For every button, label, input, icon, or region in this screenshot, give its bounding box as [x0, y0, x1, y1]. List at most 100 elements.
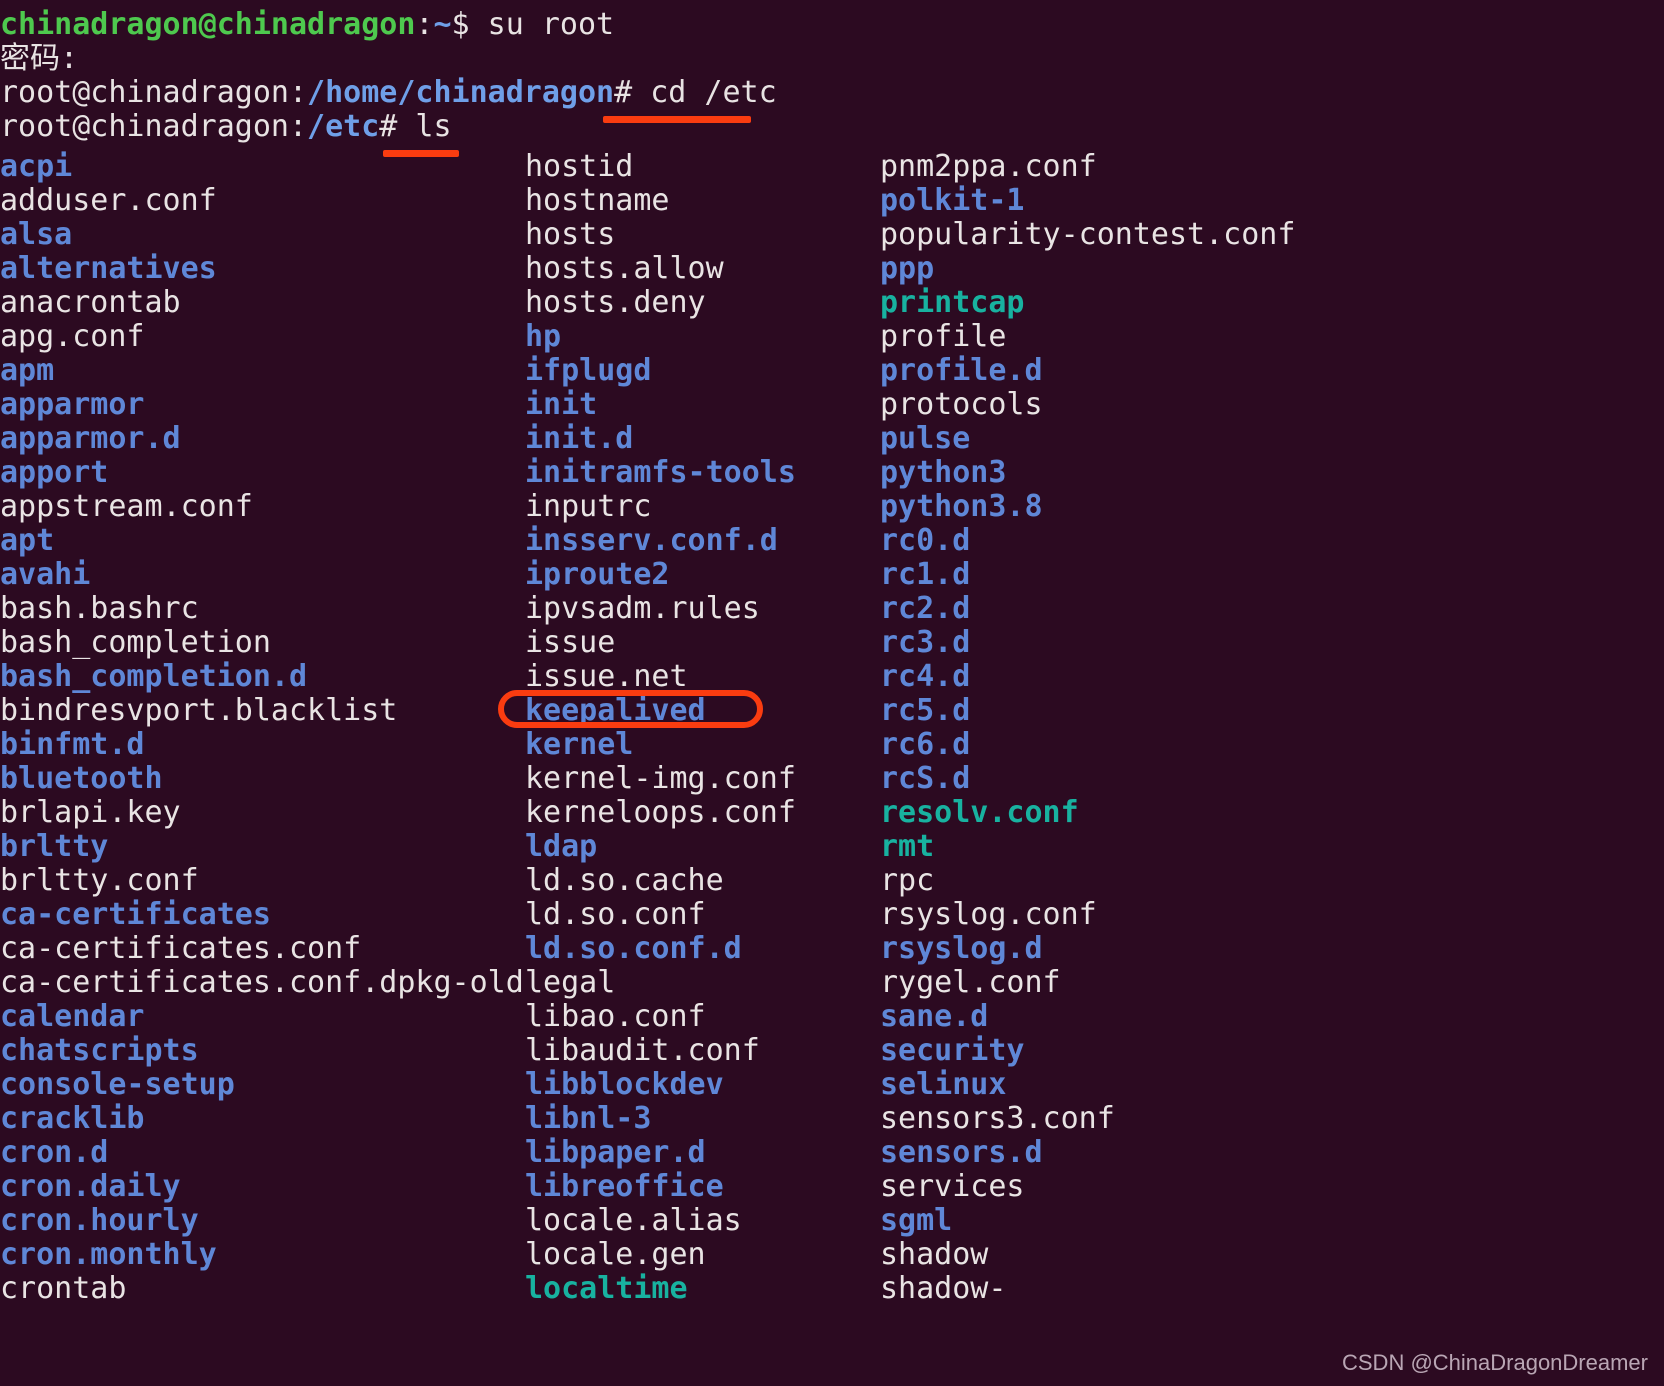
listing-entry-dir: ldap [525, 829, 598, 864]
terminal-segment-dollar: $ [451, 7, 488, 42]
terminal-segment-plain: root@chinadragon [0, 75, 289, 110]
terminal-segment-colon: : [288, 109, 308, 144]
listing-entry-dir: ca-certificates [0, 897, 271, 932]
listing-entry-dir: iproute2 [525, 557, 670, 592]
listing-entry-file: rsyslog.conf [880, 897, 1097, 932]
terminal-window[interactable]: chinadragon@chinadragon:~$ su root 密码: roo… [0, 0, 1664, 1386]
listing-entry-dir: rc5.d [880, 693, 971, 728]
listing-entry-link: localtime [525, 1271, 688, 1306]
watermark: CSDN @ChinaDragonDreamer [1342, 1350, 1648, 1375]
listing-entry-file: protocols [880, 387, 1043, 422]
terminal-segment-plain: # [379, 109, 416, 144]
listing-entry-file: hosts.deny [525, 285, 706, 320]
listing-entry-dir: selinux [880, 1067, 1007, 1102]
terminal-line: 密码: [0, 42, 1664, 76]
listing-entry-dir: polkit-1 [880, 183, 1025, 218]
listing-entry-dir: rc3.d [880, 625, 971, 660]
listing-entry-dir: cron.hourly [0, 1203, 199, 1238]
terminal-segment-plain: root@chinadragon [0, 109, 289, 144]
listing-entry-file: inputrc [525, 489, 652, 524]
listing-entry-file: sensors3.conf [880, 1101, 1115, 1136]
listing-entry-file: crontab [0, 1271, 127, 1306]
listing-entry-file: bindresvport.blacklist [0, 693, 398, 728]
listing-entry-dir: python3 [880, 455, 1007, 490]
column-3: pnm2ppa.conf polkit-1 popularity-contest.c… [880, 150, 1295, 1306]
listing-entry-file: hostid [525, 149, 634, 184]
listing-entry-dir: alsa [0, 217, 73, 252]
listing-entry-dir: cron.daily [0, 1169, 181, 1204]
terminal-segment-colon: : [415, 7, 434, 42]
listing-entry-dir: cracklib [0, 1101, 145, 1136]
listing-entry-dir: rc6.d [880, 727, 971, 762]
annotation-underline-cd-etc [603, 116, 751, 123]
listing-entry-file: appstream.conf [0, 489, 253, 524]
terminal-line: chinadragon@chinadragon:~$ su root [0, 8, 1664, 42]
listing-entry-file: adduser.conf [0, 183, 217, 218]
listing-entry-dir: kernel [525, 727, 634, 762]
listing-entry-file: hosts.allow [525, 251, 724, 286]
listing-entry-dir: binfmt.d [0, 727, 145, 762]
listing-entry-dir: ppp [880, 251, 935, 286]
listing-entry-dir: init.d [525, 421, 634, 456]
listing-entry-link: rmt [880, 829, 935, 864]
file-listing: acpi adduser.conf alsa alternatives anacront… [0, 150, 1664, 1386]
listing-entry-dir: hp [525, 319, 562, 354]
listing-entry-dir: cron.d [0, 1135, 109, 1170]
listing-entry-file: hosts [525, 217, 616, 252]
listing-entry-file: locale.alias [525, 1203, 742, 1238]
listing-entry-dir: rsyslog.d [880, 931, 1043, 966]
listing-entry-dir: bash_completion.d [0, 659, 308, 694]
listing-entry-dir: keepalived [525, 693, 706, 728]
listing-entry-file: shadow- [880, 1271, 1007, 1306]
listing-entry-file: issue [525, 625, 616, 660]
listing-entry-dir: apt [0, 523, 55, 558]
column-2: hostid hostname hosts hosts.allow hosts.deny… [525, 150, 796, 1306]
listing-entry-dir: profile.d [880, 353, 1043, 388]
listing-entry-file: kernel-img.conf [525, 761, 796, 796]
listing-entry-dir: rc0.d [880, 523, 971, 558]
listing-entry-dir: rc4.d [880, 659, 971, 694]
listing-entry-dir: apm [0, 353, 55, 388]
listing-entry-link: printcap [880, 285, 1025, 320]
listing-entry-file: libao.conf [525, 999, 706, 1034]
listing-entry-dir: console-setup [0, 1067, 235, 1102]
listing-entry-file: anacrontab [0, 285, 181, 320]
listing-entry-file: hostname [525, 183, 670, 218]
listing-entry-file: bash_completion [0, 625, 271, 660]
listing-entry-dir: sgml [880, 1203, 953, 1238]
column-1: acpi adduser.conf alsa alternatives anacront… [0, 150, 524, 1306]
listing-entry-file: bash.bashrc [0, 591, 199, 626]
listing-entry-dir: bluetooth [0, 761, 163, 796]
listing-entry-file: profile [880, 319, 1007, 354]
listing-entry-dir: initramfs-tools [525, 455, 796, 490]
terminal-segment-path: /etc [307, 109, 380, 144]
listing-entry-dir: libnl-3 [525, 1101, 652, 1136]
listing-entry-dir: apparmor.d [0, 421, 181, 456]
listing-entry-dir: rcS.d [880, 761, 971, 796]
listing-entry-dir: calendar [0, 999, 145, 1034]
terminal-segment-plain: # [614, 75, 651, 110]
terminal-segment-user-host: chinadragon@chinadragon [0, 7, 416, 42]
listing-entry-dir: security [880, 1033, 1025, 1068]
terminal-line: root@chinadragon:/home/chinadragon# cd /… [0, 76, 1664, 110]
listing-entry-file: ca-certificates.conf.dpkg-old [0, 965, 524, 1000]
terminal-segment-colon: : [288, 75, 308, 110]
terminal-segment-cmd: su root [487, 7, 615, 42]
listing-entry-file: rygel.conf [880, 965, 1061, 1000]
listing-entry-file: pnm2ppa.conf [880, 149, 1097, 184]
listing-entry-dir: libreoffice [525, 1169, 724, 1204]
listing-entry-file: popularity-contest.conf [880, 217, 1296, 252]
annotation-underline-ls [383, 150, 459, 157]
listing-entry-file: locale.gen [525, 1237, 706, 1272]
listing-entry-dir: rc2.d [880, 591, 971, 626]
listing-entry-file: ld.so.cache [525, 863, 724, 898]
listing-entry-dir: alternatives [0, 251, 217, 286]
listing-entry-dir: insserv.conf.d [525, 523, 778, 558]
listing-entry-file: apg.conf [0, 319, 145, 354]
terminal-line: root@chinadragon:/etc# ls [0, 110, 1664, 144]
listing-entry-link: resolv.conf [880, 795, 1079, 830]
listing-entry-file: kerneloops.conf [525, 795, 796, 830]
listing-entry-file: libaudit.conf [525, 1033, 760, 1068]
listing-entry-dir: sane.d [880, 999, 989, 1034]
listing-entry-dir: ifplugd [525, 353, 652, 388]
